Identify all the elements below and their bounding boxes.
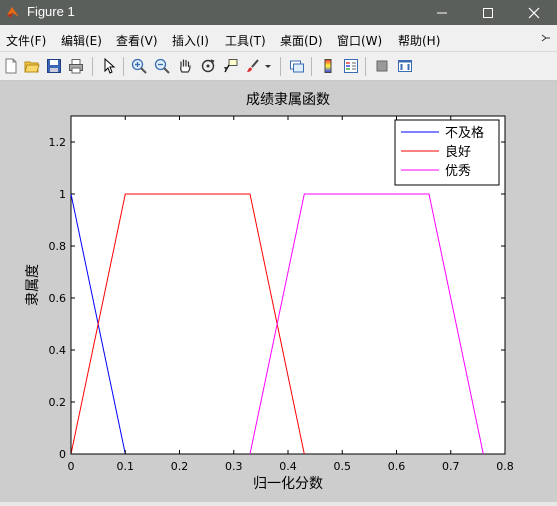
x-tick-label: 0.2 xyxy=(171,460,189,473)
menu-insert[interactable]: 插入(I) xyxy=(172,32,209,49)
save-button[interactable] xyxy=(44,56,64,76)
y-tick-label: 1 xyxy=(59,188,66,201)
menu-desktop[interactable]: 桌面(D) xyxy=(280,32,323,49)
toolbar-separator xyxy=(365,57,366,76)
data-cursor-icon xyxy=(224,59,238,73)
data-cursor-button[interactable] xyxy=(221,56,241,76)
y-axis-label: 隶属度 xyxy=(25,264,41,306)
menu-view[interactable]: 查看(V) xyxy=(116,32,158,49)
toolbar-separator xyxy=(280,57,281,76)
legend-label-3: 优秀 xyxy=(445,164,471,179)
legend[interactable]: 不及格良好优秀 xyxy=(394,119,500,186)
insert-colorbar-button[interactable] xyxy=(318,56,338,76)
y-tick-label: 0 xyxy=(59,448,66,461)
pan-button[interactable] xyxy=(175,56,195,76)
hide-plot-tools-icon xyxy=(376,60,388,72)
open-file-button[interactable] xyxy=(22,56,42,76)
minimize-icon xyxy=(437,12,447,13)
bottom-strip xyxy=(0,502,557,506)
zoom-out-icon xyxy=(154,58,170,74)
x-tick-label: 0.4 xyxy=(279,460,297,473)
window-title: Figure 1 xyxy=(27,4,75,19)
save-icon xyxy=(47,59,61,73)
matlab-icon xyxy=(7,7,19,18)
folder-icon xyxy=(24,61,40,73)
zoom-in-icon xyxy=(131,58,147,74)
y-tick-label: 0.8 xyxy=(49,240,67,253)
menu-edit[interactable]: 编辑(E) xyxy=(61,32,102,49)
figure-toolbar xyxy=(0,52,557,81)
figure-canvas: 0 0.1 0.2 0.3 0.4 0.5 0.6 0.7 0.8 0 0.2 0.4 0.6 0.8 1 1… xyxy=(0,82,557,502)
toolbar-separator xyxy=(123,57,124,76)
menu-file[interactable]: 文件(F) xyxy=(6,32,46,49)
zoom-out-button[interactable] xyxy=(152,56,172,76)
x-tick-label: 0.1 xyxy=(117,460,135,473)
pointer-arrow-icon xyxy=(104,58,116,74)
edit-plot-button[interactable] xyxy=(99,56,119,76)
chevron-down-icon xyxy=(265,65,271,68)
plot-svg[interactable]: 0 0.1 0.2 0.3 0.4 0.5 0.6 0.7 0.8 0 0.2 0.4 0.6 0.8 1 1… xyxy=(0,82,557,502)
legend-icon xyxy=(344,59,358,73)
minimize-button[interactable] xyxy=(419,0,465,25)
x-tick-label: 0.3 xyxy=(225,460,243,473)
dock-arrow-icon[interactable] xyxy=(541,33,551,43)
x-tick-label: 0.5 xyxy=(334,460,352,473)
title-bar: Figure 1 xyxy=(0,0,557,25)
menu-help[interactable]: 帮助(H) xyxy=(398,32,440,49)
rotate-icon xyxy=(201,59,215,73)
legend-label-1: 不及格 xyxy=(445,125,484,141)
y-tick-label: 0.6 xyxy=(49,292,67,305)
hand-pan-icon xyxy=(180,59,191,73)
show-plot-tools-icon xyxy=(398,60,412,72)
link-plot-icon xyxy=(290,60,304,73)
show-plot-tools-button[interactable] xyxy=(395,56,415,76)
menu-tools[interactable]: 工具(T) xyxy=(225,32,266,49)
legend-label-2: 良好 xyxy=(445,144,471,160)
menu-bar: 文件(F) 编辑(E) 查看(V) 插入(I) 工具(T) 桌面(D) 窗口(W… xyxy=(0,25,557,52)
x-axis-label: 归一化分数 xyxy=(253,475,323,492)
print-button[interactable] xyxy=(66,56,86,76)
close-icon xyxy=(528,7,540,18)
maximize-button[interactable] xyxy=(465,0,511,25)
zoom-in-button[interactable] xyxy=(129,56,149,76)
rotate-3d-button[interactable] xyxy=(198,56,218,76)
printer-icon xyxy=(69,59,83,74)
hide-plot-tools-button[interactable] xyxy=(372,56,392,76)
x-tick-label: 0 xyxy=(68,460,75,473)
new-figure-button[interactable] xyxy=(1,56,21,76)
maximize-icon xyxy=(483,7,493,18)
y-tick-label: 0.4 xyxy=(49,344,67,357)
y-tick-label: 1.2 xyxy=(49,136,67,149)
chart-title: 成绩隶属函数 xyxy=(246,92,330,108)
close-button[interactable] xyxy=(511,0,557,25)
toolbar-separator xyxy=(92,57,93,76)
insert-legend-button[interactable] xyxy=(341,56,361,76)
x-tick-label: 0.7 xyxy=(442,460,460,473)
x-tick-label: 0.6 xyxy=(388,460,406,473)
menu-window[interactable]: 窗口(W) xyxy=(337,32,382,49)
new-file-icon xyxy=(5,58,17,74)
x-tick-label: 0.8 xyxy=(496,460,514,473)
colorbar-icon xyxy=(324,59,332,73)
figure-window: Figure 1 文件(F) 编辑(E) 查看(V) 插入(I) 工具(T) 桌… xyxy=(0,0,557,506)
brush-dropdown-button[interactable] xyxy=(258,56,278,76)
toolbar-separator xyxy=(311,57,312,76)
link-plot-button[interactable] xyxy=(287,56,307,76)
y-tick-label: 0.2 xyxy=(49,396,67,409)
